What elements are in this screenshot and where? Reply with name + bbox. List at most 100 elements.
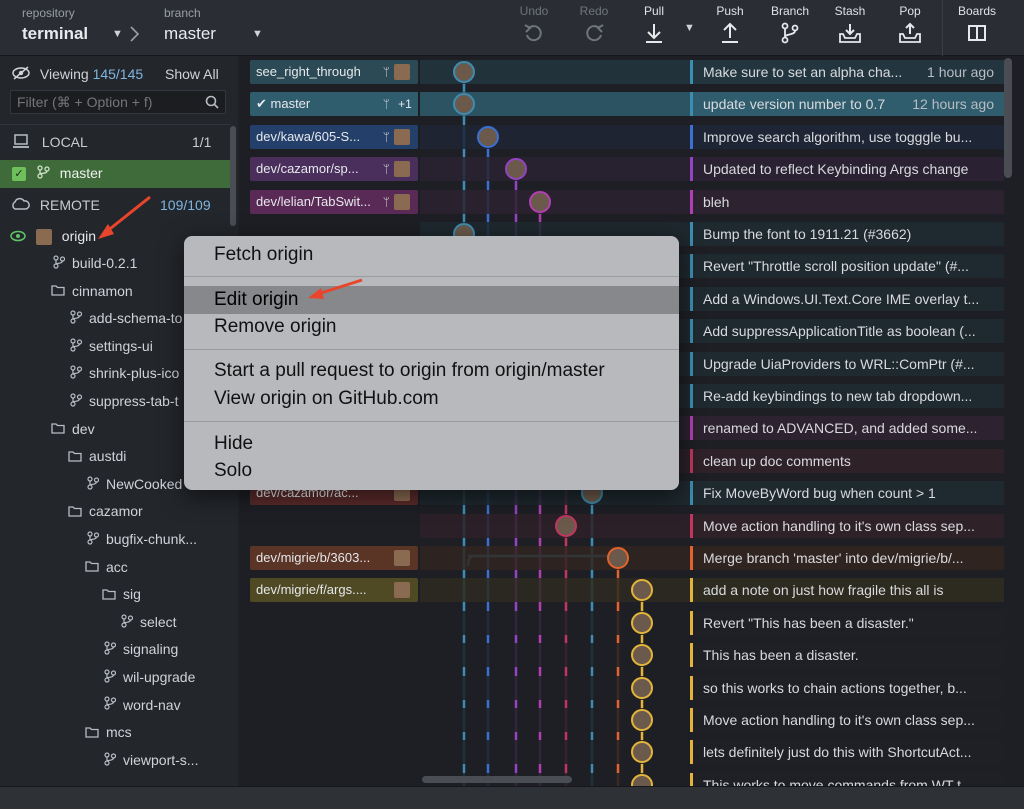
checkbox-checked-icon[interactable]: ✓ — [12, 167, 26, 182]
commit-message[interactable]: Fix MoveByWord bug when count > 1 — [690, 481, 1004, 506]
show-all-button[interactable]: Show All — [165, 61, 219, 88]
commit-message[interactable]: add a note on just how fragile this all … — [690, 578, 1004, 603]
commit-message[interactable]: This works to move commands from WT t... — [690, 772, 1004, 786]
commit-row[interactable]: This has been a disaster. — [240, 639, 1004, 671]
avatar — [35, 229, 52, 246]
commit-message[interactable]: renamed to ADVANCED, and added some... — [690, 416, 1004, 441]
tree-branch[interactable]: select — [0, 609, 230, 636]
branch-label[interactable]: dev/migrie/b/3603... — [250, 546, 418, 570]
tree-folder[interactable]: mcs — [0, 719, 230, 746]
commit-row[interactable]: so this works to chain actions together,… — [240, 672, 1004, 704]
chevron-right-icon — [130, 26, 140, 42]
commit-list-scrollbar[interactable] — [1004, 58, 1012, 178]
commit-author-avatar[interactable] — [631, 676, 653, 699]
pop-button[interactable]: Pop — [882, 4, 938, 52]
commit-author-avatar[interactable] — [555, 514, 577, 537]
commit-message-text: clean up doc comments — [703, 452, 851, 469]
commit-message[interactable]: Merge branch 'master' into dev/migrie/b/… — [690, 546, 1004, 570]
push-button[interactable]: Push — [702, 4, 758, 52]
commit-message[interactable]: so this works to chain actions together,… — [690, 675, 1004, 700]
menu-item-start-pull-request[interactable]: Start a pull request to origin from orig… — [184, 357, 679, 385]
commit-author-avatar[interactable] — [529, 190, 551, 213]
commit-message[interactable]: Move action handling to it's own class s… — [690, 513, 1004, 538]
commit-message[interactable]: This has been a disaster. — [690, 643, 1004, 668]
tree-item-label: suppress-tab-t — [89, 393, 179, 409]
commit-author-avatar[interactable] — [631, 611, 653, 634]
commit-message-text: Move action handling to it's own class s… — [703, 517, 975, 534]
branch-label[interactable]: dev/lelian/TabSwit... ᛘ — [250, 189, 418, 214]
commit-message[interactable]: Add suppressApplicationTitle as boolean … — [690, 319, 1004, 344]
commit-message[interactable]: Make sure to set an alpha cha... 1 hour a… — [690, 60, 1004, 84]
tree-branch[interactable]: signaling — [0, 636, 230, 663]
branch-label[interactable]: dev/kawa/605-S... ᛘ — [250, 124, 418, 149]
filter-box[interactable] — [10, 90, 226, 114]
redo-button[interactable]: Redo — [566, 4, 622, 52]
branch-label[interactable]: dev/cazamor/sp... ᛘ — [250, 157, 418, 182]
branch-label-text: dev/migrie/f/args.... — [256, 582, 367, 598]
avatar — [394, 550, 410, 566]
commit-message[interactable]: lets definitely just do this with Shortc… — [690, 740, 1004, 765]
commit-message-text: so this works to chain actions together,… — [703, 679, 967, 696]
commit-message[interactable]: clean up doc comments — [690, 448, 1004, 473]
tree-folder[interactable]: sig — [0, 581, 230, 608]
commit-row[interactable]: This works to move commands from WT t... — [240, 769, 1004, 786]
boards-button[interactable]: Boards — [949, 4, 1005, 52]
commit-message-text: Updated to reflect Keybinding Args chang… — [703, 161, 969, 178]
branch-button[interactable]: Branch — [762, 4, 818, 52]
menu-item-remove-origin[interactable]: Remove origin — [184, 313, 679, 341]
tree-branch[interactable]: wil-upgrade — [0, 664, 230, 691]
commit-author-avatar[interactable] — [453, 61, 475, 83]
commit-author-avatar[interactable] — [477, 125, 499, 148]
pull-icon — [646, 24, 662, 43]
graph-horizontal-scrollbar[interactable] — [422, 776, 572, 783]
commit-message[interactable]: Re-add keybindings to new tab dropdown..… — [690, 384, 1004, 408]
branch-icon — [104, 748, 117, 774]
commit-row[interactable]: Move action handling to it's own class s… — [240, 510, 1004, 542]
pull-options-chevron-icon[interactable]: ▼ — [684, 22, 695, 34]
eye-slash-icon[interactable] — [12, 62, 30, 88]
branch-label[interactable]: dev/migrie/f/args.... — [250, 578, 418, 603]
tree-branch[interactable]: bugfix-chunk... — [0, 526, 230, 553]
branch-icon — [87, 527, 100, 553]
commit-message[interactable]: Revert "Throttle scroll position update"… — [690, 254, 1004, 279]
eye-icon[interactable] — [10, 224, 26, 250]
sidebar-scrollbar[interactable] — [230, 126, 236, 226]
tree-folder[interactable]: cazamor — [0, 498, 230, 525]
commit-message[interactable]: bleh — [690, 189, 1004, 214]
commit-message[interactable]: Upgrade UiaProviders to WRL::ComPtr (#..… — [690, 351, 1004, 376]
local-branch-master[interactable]: ✓ master — [0, 160, 230, 188]
folder-icon — [51, 416, 65, 442]
commit-message[interactable]: Add a Windows.UI.Text.Core IME overlay t… — [690, 286, 1004, 311]
commit-message[interactable]: Move action handling to it's own class s… — [690, 708, 1004, 732]
branch-label[interactable]: see_right_through ᛘ — [250, 60, 418, 84]
branch-selector[interactable]: master — [164, 24, 216, 44]
pull-button[interactable]: Pull — [626, 4, 682, 52]
menu-item-fetch-origin[interactable]: Fetch origin — [184, 241, 679, 269]
commit-author-avatar[interactable] — [607, 547, 629, 569]
repository-selector[interactable]: terminal — [22, 24, 88, 44]
commit-author-avatar[interactable] — [631, 709, 653, 731]
chevron-down-icon[interactable]: ▼ — [252, 28, 263, 40]
filter-input[interactable] — [11, 91, 201, 113]
chevron-down-icon[interactable]: ▼ — [112, 28, 123, 40]
menu-item-view-on-github[interactable]: View origin on GitHub.com — [184, 385, 679, 413]
commit-row[interactable]: Revert "This has been a disaster." — [240, 607, 1004, 639]
commit-message[interactable]: Updated to reflect Keybinding Args chang… — [690, 157, 1004, 182]
fork-icon: ᛘ — [382, 97, 390, 112]
commit-row[interactable]: lets definitely just do this with Shortc… — [240, 736, 1004, 768]
commit-message[interactable]: Revert "This has been a disaster." — [690, 610, 1004, 635]
extra-branches-badge[interactable]: +1 — [392, 92, 418, 117]
tree-branch[interactable]: viewport-s... — [0, 747, 230, 774]
commit-message-text: This works to move commands from WT t... — [703, 776, 973, 786]
tree-branch[interactable]: word-nav — [0, 692, 230, 719]
menu-item-edit-origin[interactable]: Edit origin — [184, 286, 679, 314]
tree-folder[interactable]: acc — [0, 554, 230, 581]
stash-button[interactable]: Stash — [822, 4, 878, 52]
undo-button[interactable]: Undo — [506, 4, 562, 52]
commit-message[interactable]: Improve search algorithm, use togggle bu… — [690, 124, 1004, 149]
commit-message[interactable]: Bump the font to 1911.21 (#3662) — [690, 222, 1004, 246]
commit-row[interactable]: Move action handling to it's own class s… — [240, 704, 1004, 736]
menu-item-solo[interactable]: Solo — [184, 457, 679, 485]
commit-message[interactable]: update version number to 0.7 12 hours ago — [690, 92, 1004, 117]
menu-item-hide[interactable]: Hide — [184, 430, 679, 458]
